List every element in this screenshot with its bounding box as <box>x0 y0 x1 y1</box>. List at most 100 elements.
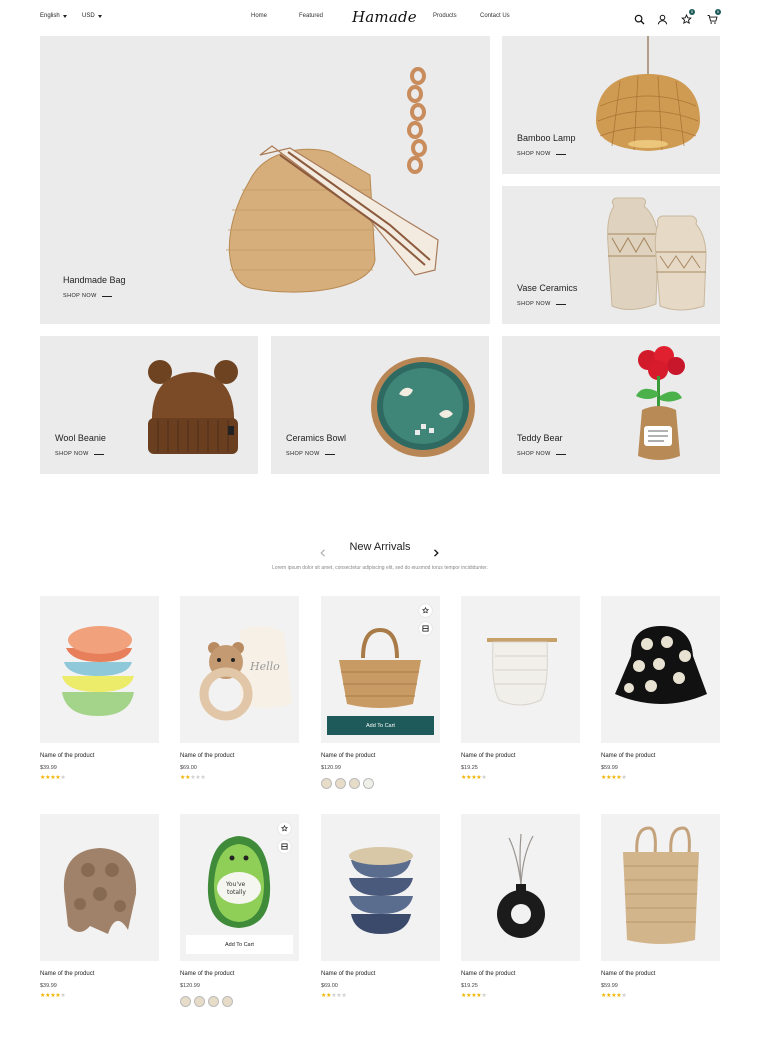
star-empty-icon: ★ <box>481 993 487 999</box>
user-icon[interactable] <box>657 12 668 25</box>
banner-title: Vase Ceramics <box>517 283 578 293</box>
star-empty-icon: ★ <box>60 993 66 999</box>
shop-now-link[interactable]: SHOP NOW <box>517 451 566 457</box>
banner-title: Wool Beanie <box>55 433 106 443</box>
shop-now-link[interactable]: SHOP NOW <box>517 301 566 307</box>
banner-title: Handmade Bag <box>63 275 126 285</box>
product-name[interactable]: Name of the product <box>321 971 375 977</box>
product-name[interactable]: Name of the product <box>180 753 234 759</box>
variant-swatches <box>321 778 374 789</box>
product-name[interactable]: Name of the product <box>601 753 655 759</box>
ceramic-bowl-image <box>371 357 475 457</box>
banner-ceramics-bowl[interactable]: Ceramics Bowl SHOP NOW <box>271 336 489 474</box>
svg-text:You've: You've <box>225 881 246 888</box>
product-image[interactable] <box>601 596 720 743</box>
rating-stars: ★★★★★ <box>601 992 627 999</box>
add-to-cart-button[interactable]: Add To Cart <box>186 935 293 954</box>
variant-swatch[interactable] <box>363 778 374 789</box>
product-price: $69.00 <box>180 765 197 771</box>
next-arrow-icon[interactable] <box>432 544 440 557</box>
shop-now-link[interactable]: SHOP NOW <box>63 293 112 299</box>
product-price: $120.99 <box>180 983 200 989</box>
product-image[interactable] <box>40 814 159 961</box>
product-image[interactable]: Add To Cart <box>321 596 440 743</box>
product-image[interactable] <box>321 814 440 961</box>
product-price: $120.99 <box>321 765 341 771</box>
product-price: $39.99 <box>40 983 57 989</box>
product-image[interactable] <box>461 814 580 961</box>
add-to-cart-button[interactable]: Add To Cart <box>327 716 434 735</box>
cart-count-badge: 0 <box>715 9 721 15</box>
line-arrow-icon <box>555 453 566 455</box>
shop-now-label: SHOP NOW <box>55 451 89 457</box>
star-empty-icon: ★ <box>60 775 66 781</box>
shop-now-link[interactable]: SHOP NOW <box>55 451 104 457</box>
rating-stars: ★★★★★ <box>180 774 206 781</box>
star-empty-icon: ★ <box>200 775 206 781</box>
banner-title: Bamboo Lamp <box>517 133 576 143</box>
product-price: $69.00 <box>321 983 338 989</box>
bamboo-lamp-image <box>596 36 700 151</box>
product-name[interactable]: Name of the product <box>180 971 234 977</box>
variant-swatch[interactable] <box>321 778 332 789</box>
star-empty-icon: ★ <box>481 775 487 781</box>
site-header: English USD Home Featured Hamade Product… <box>0 0 760 36</box>
rating-stars: ★★★★★ <box>601 774 627 781</box>
product-name[interactable]: Name of the product <box>40 753 94 759</box>
product-image[interactable]: Hello <box>180 596 299 743</box>
site-logo[interactable]: Hamade <box>352 8 417 26</box>
nav-products[interactable]: Products <box>433 13 457 19</box>
star-empty-icon: ★ <box>621 775 627 781</box>
banner-bamboo-lamp[interactable]: Bamboo Lamp SHOP NOW <box>502 36 720 174</box>
product-name[interactable]: Name of the product <box>601 971 655 977</box>
chevron-down-icon <box>62 14 67 18</box>
chevron-down-icon <box>97 14 102 18</box>
currency-select[interactable]: USD <box>82 13 102 19</box>
nav-featured[interactable]: Featured <box>299 13 323 19</box>
product-image[interactable] <box>40 596 159 743</box>
rating-stars: ★★★★★ <box>461 774 487 781</box>
wishlist-icon[interactable] <box>419 604 432 617</box>
nav-contact-us[interactable]: Contact Us <box>480 13 510 19</box>
svg-text:totally: totally <box>227 889 246 896</box>
banner-handmade-bag[interactable]: Handmade Bag SHOP NOW <box>40 36 490 324</box>
compare-icon[interactable] <box>278 840 291 853</box>
wishlist-icon[interactable] <box>278 822 291 835</box>
variant-swatch[interactable] <box>349 778 360 789</box>
product-image[interactable] <box>461 596 580 743</box>
search-icon[interactable] <box>634 12 645 25</box>
banner-teddy-bear[interactable]: Teddy Bear SHOP NOW <box>502 336 720 474</box>
variant-swatch[interactable] <box>222 996 233 1007</box>
shop-now-link[interactable]: SHOP NOW <box>517 151 566 157</box>
variant-swatch[interactable] <box>208 996 219 1007</box>
language-select[interactable]: English <box>40 13 67 19</box>
product-name[interactable]: Name of the product <box>461 753 515 759</box>
rating-stars: ★★★★★ <box>461 992 487 999</box>
shop-now-link[interactable]: SHOP NOW <box>286 451 335 457</box>
variant-swatch[interactable] <box>194 996 205 1007</box>
banner-vase-ceramics[interactable]: Vase Ceramics SHOP NOW <box>502 186 720 324</box>
product-price: $59.99 <box>601 983 618 989</box>
product-price: $59.99 <box>601 765 618 771</box>
shop-now-label: SHOP NOW <box>517 151 551 157</box>
shop-now-label: SHOP NOW <box>63 293 97 299</box>
wishlist-icon[interactable]: 0 <box>681 9 695 24</box>
line-arrow-icon <box>93 453 104 455</box>
variant-swatch[interactable] <box>180 996 191 1007</box>
nav-home[interactable]: Home <box>251 13 267 19</box>
banner-wool-beanie[interactable]: Wool Beanie SHOP NOW <box>40 336 258 474</box>
line-arrow-icon <box>555 153 566 155</box>
handmade-bag-image <box>226 67 439 293</box>
cart-icon[interactable]: 0 <box>707 9 721 24</box>
banner-title: Teddy Bear <box>517 433 563 443</box>
rating-stars: ★★★★★ <box>321 992 347 999</box>
product-image[interactable]: You've totally Add To Cart <box>180 814 299 961</box>
shop-now-label: SHOP NOW <box>286 451 320 457</box>
compare-icon[interactable] <box>419 622 432 635</box>
product-image[interactable] <box>601 814 720 961</box>
product-name[interactable]: Name of the product <box>40 971 94 977</box>
variant-swatch[interactable] <box>335 778 346 789</box>
shop-now-label: SHOP NOW <box>517 451 551 457</box>
product-name[interactable]: Name of the product <box>461 971 515 977</box>
product-name[interactable]: Name of the product <box>321 753 375 759</box>
